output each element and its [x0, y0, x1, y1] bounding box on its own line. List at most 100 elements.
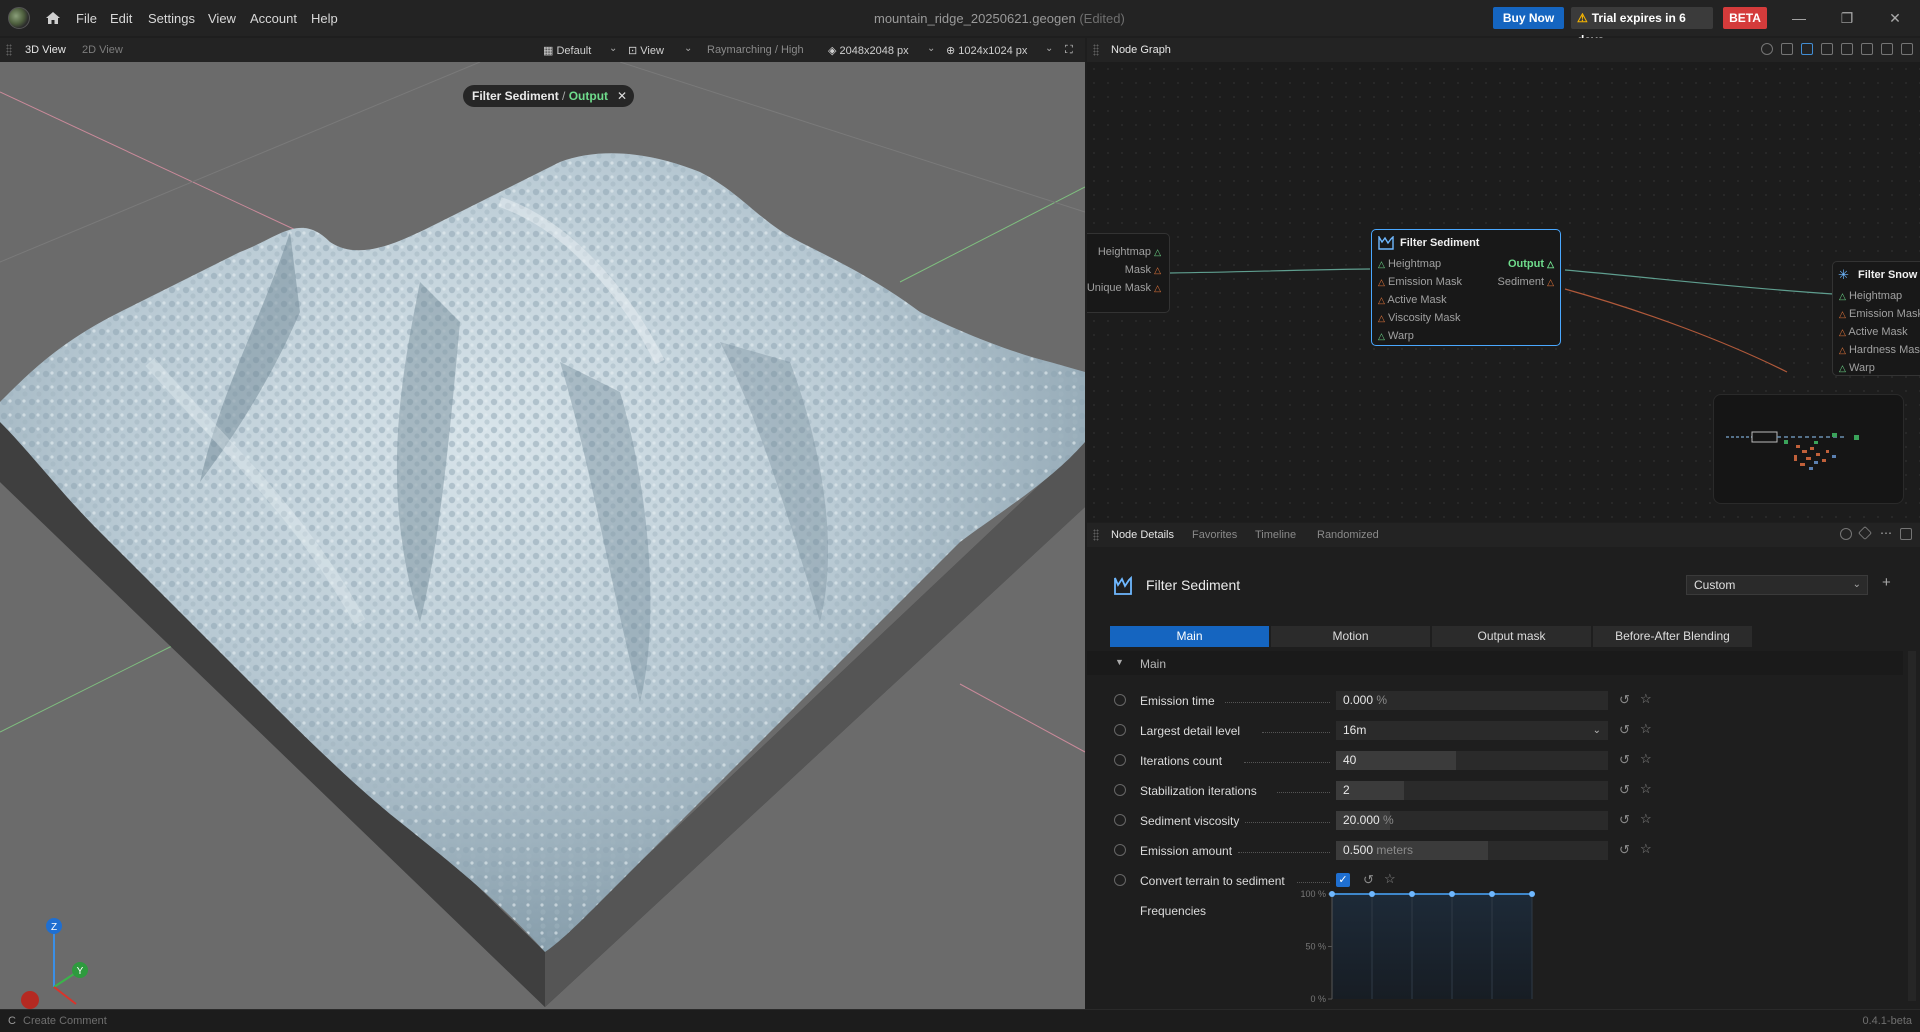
stabilization-iterations-slider[interactable]: 2 [1336, 781, 1608, 800]
emission-time-field[interactable]: 0.000 % [1336, 691, 1608, 710]
search-icon[interactable] [1840, 528, 1852, 540]
panel-grip-icon[interactable] [1093, 529, 1099, 541]
reset-icon[interactable]: ↺ [1363, 872, 1374, 888]
close-icon[interactable]: ✕ [617, 85, 627, 107]
grid-icon[interactable] [1821, 43, 1833, 55]
frame-icon[interactable] [1861, 43, 1873, 55]
port-sediment[interactable]: Sediment △ [1498, 276, 1554, 288]
port-warp[interactable]: △ Warp [1378, 330, 1414, 342]
port-active-mask[interactable]: △ Active Mask [1378, 294, 1447, 306]
port-unique-mask[interactable]: Unique Mask △ [1087, 282, 1161, 294]
tab-output-mask[interactable]: Output mask [1432, 626, 1591, 647]
menu-edit[interactable]: Edit [110, 11, 132, 26]
expose-radio[interactable] [1114, 784, 1126, 796]
chevron-down-icon[interactable]: ⌄ [927, 43, 935, 54]
port-heightmap[interactable]: △ Heightmap [1839, 290, 1902, 302]
star-icon[interactable]: ☆ [1640, 721, 1652, 737]
graph-minimap[interactable] [1713, 394, 1904, 504]
tab-randomized[interactable]: Randomized [1317, 529, 1379, 541]
menu-help[interactable]: Help [311, 11, 338, 26]
star-icon[interactable]: ☆ [1640, 751, 1652, 767]
minimap-icon[interactable] [1881, 43, 1893, 55]
reset-icon[interactable]: ↺ [1619, 752, 1630, 768]
iterations-count-slider[interactable]: 40 [1336, 751, 1608, 770]
home-icon[interactable] [44, 9, 62, 27]
menu-file[interactable]: File [76, 11, 97, 26]
tab-before-after-blending[interactable]: Before-After Blending [1593, 626, 1752, 647]
sediment-viscosity-slider[interactable]: 20.000 % [1336, 811, 1608, 830]
view-menu[interactable]: ⊡ View [628, 44, 664, 57]
menu-account[interactable]: Account [250, 11, 297, 26]
fullscreen-icon[interactable]: ⛶ [1065, 44, 1073, 57]
close-icon[interactable]: ✕ [1886, 9, 1904, 27]
expose-radio[interactable] [1114, 844, 1126, 856]
more-icon[interactable]: ⋯ [1880, 526, 1892, 540]
reset-icon[interactable]: ↺ [1619, 692, 1630, 708]
port-warp[interactable]: △ Warp [1839, 362, 1875, 374]
expose-radio[interactable] [1114, 814, 1126, 826]
collapse-icon[interactable]: ▼ [1115, 657, 1124, 667]
world-size-menu[interactable]: ⊕ 1024x1024 px [946, 44, 1027, 57]
tab-favorites[interactable]: Favorites [1192, 529, 1237, 541]
restore-icon[interactable]: ❐ [1838, 9, 1856, 27]
upstream-node[interactable]: Heightmap △ Mask △ Unique Mask △ [1087, 233, 1170, 313]
axis-gizmo[interactable]: Z Y X [19, 918, 88, 1009]
panel-grip-icon[interactable] [6, 44, 12, 56]
chevron-down-icon[interactable]: ⌄ [684, 43, 692, 54]
tag-icon[interactable] [1857, 525, 1873, 541]
preset-select[interactable]: Custom ⌄ [1686, 575, 1868, 595]
chevron-down-icon[interactable]: ⌄ [1045, 43, 1053, 54]
reset-icon[interactable]: ↺ [1619, 722, 1630, 738]
buy-now-button[interactable]: Buy Now [1493, 7, 1564, 29]
reset-icon[interactable]: ↺ [1619, 782, 1630, 798]
expose-radio[interactable] [1114, 724, 1126, 736]
list-icon[interactable] [1781, 43, 1793, 55]
fullscreen-icon[interactable] [1900, 528, 1912, 540]
port-emission-mask[interactable]: △ Emission Mask [1378, 276, 1462, 288]
details-scrollbar[interactable] [1908, 651, 1916, 1001]
tab-2d-view[interactable]: 2D View [82, 44, 123, 56]
reset-icon[interactable]: ↺ [1619, 812, 1630, 828]
link-icon[interactable] [1841, 43, 1853, 55]
3d-viewport[interactable]: Z Y X Filter Sediment / Output ✕ [0, 62, 1085, 1009]
menu-settings[interactable]: Settings [148, 11, 195, 26]
port-mask[interactable]: Mask △ [1125, 264, 1161, 276]
expose-radio[interactable] [1114, 874, 1126, 886]
port-active-mask[interactable]: △ Active Mask [1839, 326, 1908, 338]
port-heightmap[interactable]: △ Heightmap [1378, 258, 1441, 270]
minimize-icon[interactable]: — [1790, 9, 1808, 27]
filter-snow-node[interactable]: ✳ Filter Snow △ Heightmap △ Emission Mas… [1832, 261, 1920, 376]
menu-view[interactable]: View [208, 11, 236, 26]
star-icon[interactable]: ☆ [1384, 871, 1396, 887]
tab-node-details[interactable]: Node Details [1111, 529, 1174, 541]
search-icon[interactable] [1761, 43, 1773, 55]
expose-radio[interactable] [1114, 754, 1126, 766]
resolution-menu[interactable]: ◈ 2048x2048 px [828, 44, 909, 57]
star-icon[interactable]: ☆ [1640, 781, 1652, 797]
convert-terrain-checkbox[interactable]: ✓ [1336, 873, 1350, 887]
section-header[interactable]: ▼ Main [1087, 651, 1903, 675]
layout-icon[interactable] [1801, 43, 1813, 55]
port-hardness-mask[interactable]: △ Hardness Mask [1839, 344, 1920, 356]
tab-timeline[interactable]: Timeline [1255, 529, 1296, 541]
preset-menu[interactable]: ▦ Default [543, 44, 591, 57]
star-icon[interactable]: ☆ [1640, 691, 1652, 707]
reset-icon[interactable]: ↺ [1619, 842, 1630, 858]
render-mode[interactable]: Raymarching / High [707, 44, 804, 56]
expose-radio[interactable] [1114, 694, 1126, 706]
star-icon[interactable]: ☆ [1640, 841, 1652, 857]
app-logo[interactable] [8, 7, 30, 29]
add-preset-button[interactable]: + [1882, 574, 1891, 591]
star-icon[interactable]: ☆ [1640, 811, 1652, 827]
fullscreen-icon[interactable] [1901, 43, 1913, 55]
largest-detail-level-select[interactable]: 16m ⌄ [1336, 721, 1608, 740]
chevron-down-icon[interactable]: ⌄ [609, 43, 617, 54]
trial-badge[interactable]: ⚠Trial expires in 6 days [1571, 7, 1713, 47]
breadcrumb-node[interactable]: Filter Sediment [472, 89, 559, 103]
tab-3d-view[interactable]: 3D View [25, 44, 66, 56]
tab-motion[interactable]: Motion [1271, 626, 1430, 647]
port-emission-mask[interactable]: △ Emission Mask [1839, 308, 1920, 320]
filter-sediment-node[interactable]: Filter Sediment △ Heightmap △ Emission M… [1371, 229, 1561, 346]
tab-main[interactable]: Main [1110, 626, 1269, 647]
create-comment-hint[interactable]: Create Comment [23, 1015, 107, 1027]
